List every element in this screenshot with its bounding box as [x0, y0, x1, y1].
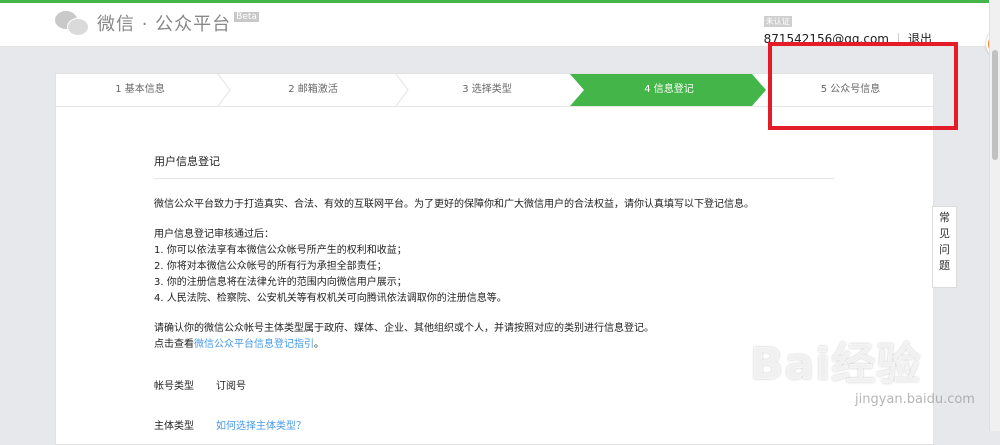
- section-title: 用户信息登记: [154, 154, 834, 179]
- step-3: 3 选择类型: [462, 84, 512, 95]
- account-type-value: 订阅号: [216, 381, 246, 392]
- intro-text: 微信公众平台致力于打造真实、合法、有效的互联网平台。为了更好的保障你和广大微信用…: [154, 199, 754, 210]
- terms-heading: 用户信息登记审核通过后：: [154, 229, 274, 240]
- wechat-logo[interactable]: 微信 · 公众平台 Beta: [55, 9, 259, 37]
- scrollbar-thumb[interactable]: [992, 50, 998, 160]
- wechat-logo-icon: [55, 9, 89, 37]
- guide-line: 点击查看微信公众平台信息登记指引。: [154, 339, 324, 350]
- list-item: 3. 你的注册信息将在法律允许的范围内向微信用户展示；: [154, 277, 407, 288]
- baidu-jingyan-watermark: Bai经验 jingyan.baidu.com: [750, 328, 990, 428]
- top-header: 微信 · 公众平台 Beta 未认证 871542156@qq.com 退出: [0, 3, 990, 47]
- highlight-annotation-box: [768, 42, 958, 130]
- platform-title: 微信 · 公众平台: [97, 14, 232, 35]
- unverified-badge: 未认证: [763, 16, 792, 27]
- subject-type-label: 主体类型: [154, 421, 194, 432]
- watermark-url: jingyan.baidu.com: [855, 392, 975, 407]
- vertical-scrollbar[interactable]: [989, 0, 1000, 431]
- list-item: 4. 人民法院、检察院、公安机关等有权机关可向腾讯依法调取你的注册信息等。: [154, 293, 507, 304]
- subject-type-row: 主体类型 如何选择主体类型？: [154, 419, 834, 435]
- step-2: 2 邮箱激活: [288, 84, 338, 95]
- main-content: 用户信息登记 微信公众平台致力于打造真实、合法、有效的互联网平台。为了更好的保障…: [154, 154, 834, 435]
- how-to-choose-subject-link[interactable]: 如何选择主体类型？: [216, 419, 306, 435]
- faq-button[interactable]: 常 见 问 题: [932, 206, 957, 288]
- list-item: 1. 你可以依法享有本微信公众帐号所产生的权利和收益；: [154, 245, 407, 256]
- account-type-label: 帐号类型: [154, 381, 194, 392]
- account-type-row: 帐号类型 订阅号: [154, 379, 834, 395]
- step-1: 1 基本信息: [115, 84, 165, 95]
- subject-note: 请确认你的微信公众帐号主体类型属于政府、媒体、企业、其他组织或个人，并请按照对应…: [154, 321, 834, 353]
- watermark-logo: Bai经验: [750, 339, 922, 390]
- beta-badge: Beta: [234, 12, 259, 22]
- list-item: 2. 你将对本微信公众帐号的所有行为承担全部责任；: [154, 261, 387, 272]
- step-4-active: 4 信息登记: [570, 74, 766, 106]
- registration-guide-link[interactable]: 微信公众平台信息登记指引: [194, 339, 314, 350]
- terms-list: 用户信息登记审核通过后： 1. 你可以依法享有本微信公众帐号所产生的权利和收益；…: [154, 227, 834, 307]
